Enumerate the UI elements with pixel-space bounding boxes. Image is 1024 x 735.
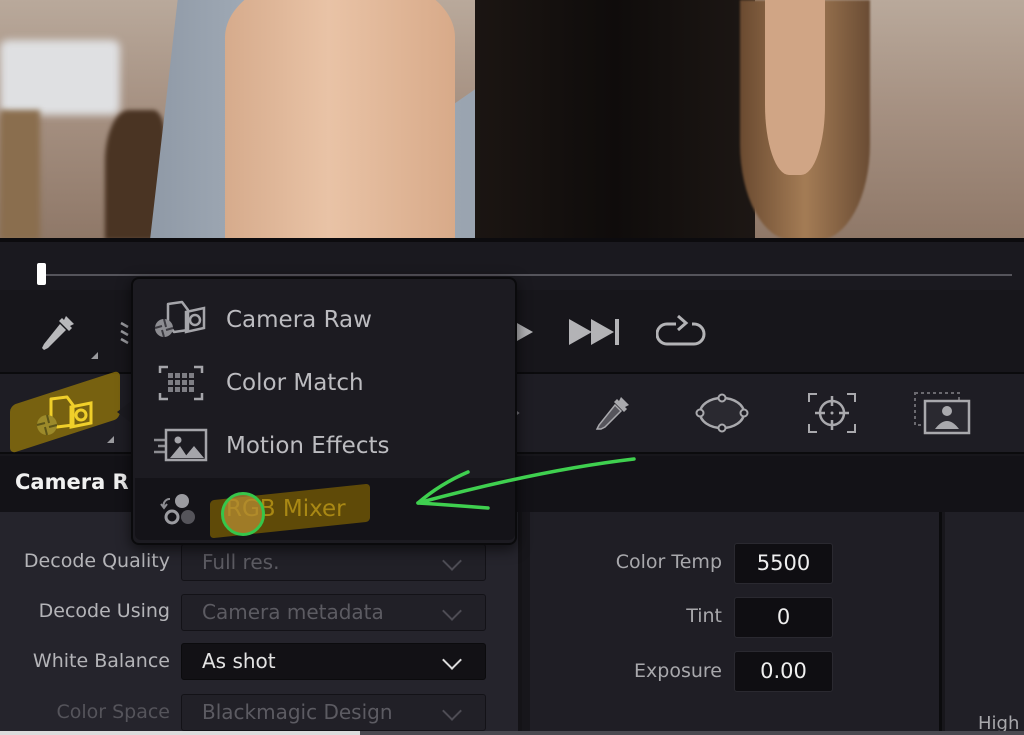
- power-window-circle-icon: [695, 393, 749, 433]
- decode-using-dropdown[interactable]: Camera metadata: [181, 594, 486, 631]
- bottom-scrollbar[interactable]: [0, 731, 1024, 735]
- menu-item-camera-raw[interactable]: Camera Raw: [135, 289, 515, 351]
- eyedropper-icon: [42, 316, 74, 350]
- video-viewer: [0, 0, 1024, 238]
- camera-raw-icon: [151, 300, 211, 340]
- waveform-icon: [120, 321, 129, 345]
- tone-panel: [945, 512, 1024, 735]
- loop-icon: [656, 314, 706, 346]
- tracker-button[interactable]: [806, 390, 858, 436]
- decode-quality-dropdown[interactable]: Full res.: [181, 544, 486, 581]
- chevron-down-icon: [442, 701, 462, 721]
- viewer-background: [0, 40, 120, 115]
- camera-raw-palette-button[interactable]: [30, 390, 100, 440]
- panel-title: Camera R: [15, 470, 129, 494]
- skip-to-end-icon: [569, 319, 619, 345]
- menu-item-label: Camera Raw: [226, 307, 372, 333]
- chevron-down-icon: [442, 601, 462, 621]
- mouse-cursor-indicator: [221, 492, 265, 536]
- tint-label: Tint: [686, 605, 722, 627]
- menu-item-color-match[interactable]: Color Match: [135, 352, 515, 414]
- rgb-mixer-icon: [151, 489, 211, 529]
- tint-field[interactable]: 0: [734, 597, 833, 638]
- color-temp-field[interactable]: 5500: [734, 543, 833, 584]
- skip-to-end-button[interactable]: [566, 312, 624, 352]
- eyedropper-icon: [595, 397, 629, 430]
- palette-divider: [0, 452, 130, 454]
- white-balance-label: White Balance: [32, 650, 170, 672]
- playhead-handle[interactable]: [37, 263, 46, 285]
- waveform-button[interactable]: [118, 310, 132, 356]
- camera-raw-icon: [36, 395, 93, 436]
- decode-quality-label: Decode Quality: [23, 550, 170, 572]
- motion-effects-icon: [151, 426, 211, 466]
- color-space-dropdown[interactable]: Blackmagic Design: [181, 694, 486, 731]
- menu-item-label: Color Match: [226, 370, 364, 396]
- play-icon: [517, 323, 533, 341]
- loop-button[interactable]: [654, 308, 710, 352]
- exposure-field[interactable]: 0.00: [734, 651, 833, 692]
- exposure-label: Exposure: [634, 660, 722, 682]
- eyedropper-button[interactable]: [34, 308, 82, 356]
- color-match-icon: [151, 363, 211, 403]
- white-balance-dropdown[interactable]: As shot: [181, 643, 486, 680]
- color-temp-label: Color Temp: [615, 551, 722, 573]
- power-window-button[interactable]: [693, 390, 751, 436]
- color-space-label: Color Space: [56, 701, 170, 723]
- scrubber-track[interactable]: [44, 274, 1012, 276]
- menu-item-label: Motion Effects: [226, 433, 390, 459]
- decode-using-value: Camera metadata: [202, 600, 384, 624]
- tracker-icon: [808, 393, 856, 433]
- chevron-down-icon: [442, 650, 462, 670]
- menu-item-motion-effects[interactable]: Motion Effects: [135, 415, 515, 477]
- viewer-background-detail: [0, 110, 40, 238]
- viewer-black-shirt: [475, 0, 755, 238]
- magic-mask-button[interactable]: [912, 390, 972, 436]
- eyedropper-options-indicator[interactable]: [91, 352, 98, 359]
- camera-raw-options-indicator[interactable]: [107, 436, 114, 443]
- chevron-down-icon: [442, 551, 462, 571]
- viewer-arm: [225, 0, 455, 238]
- qualifier-eyedropper-button[interactable]: [590, 390, 636, 436]
- viewer-skin-right: [765, 0, 825, 175]
- color-space-value: Blackmagic Design: [202, 700, 393, 724]
- decode-quality-value: Full res.: [202, 550, 280, 574]
- decode-using-label: Decode Using: [38, 600, 170, 622]
- magic-mask-icon: [914, 392, 971, 435]
- white-balance-value: As shot: [202, 649, 276, 673]
- scrollbar-thumb[interactable]: [0, 731, 360, 735]
